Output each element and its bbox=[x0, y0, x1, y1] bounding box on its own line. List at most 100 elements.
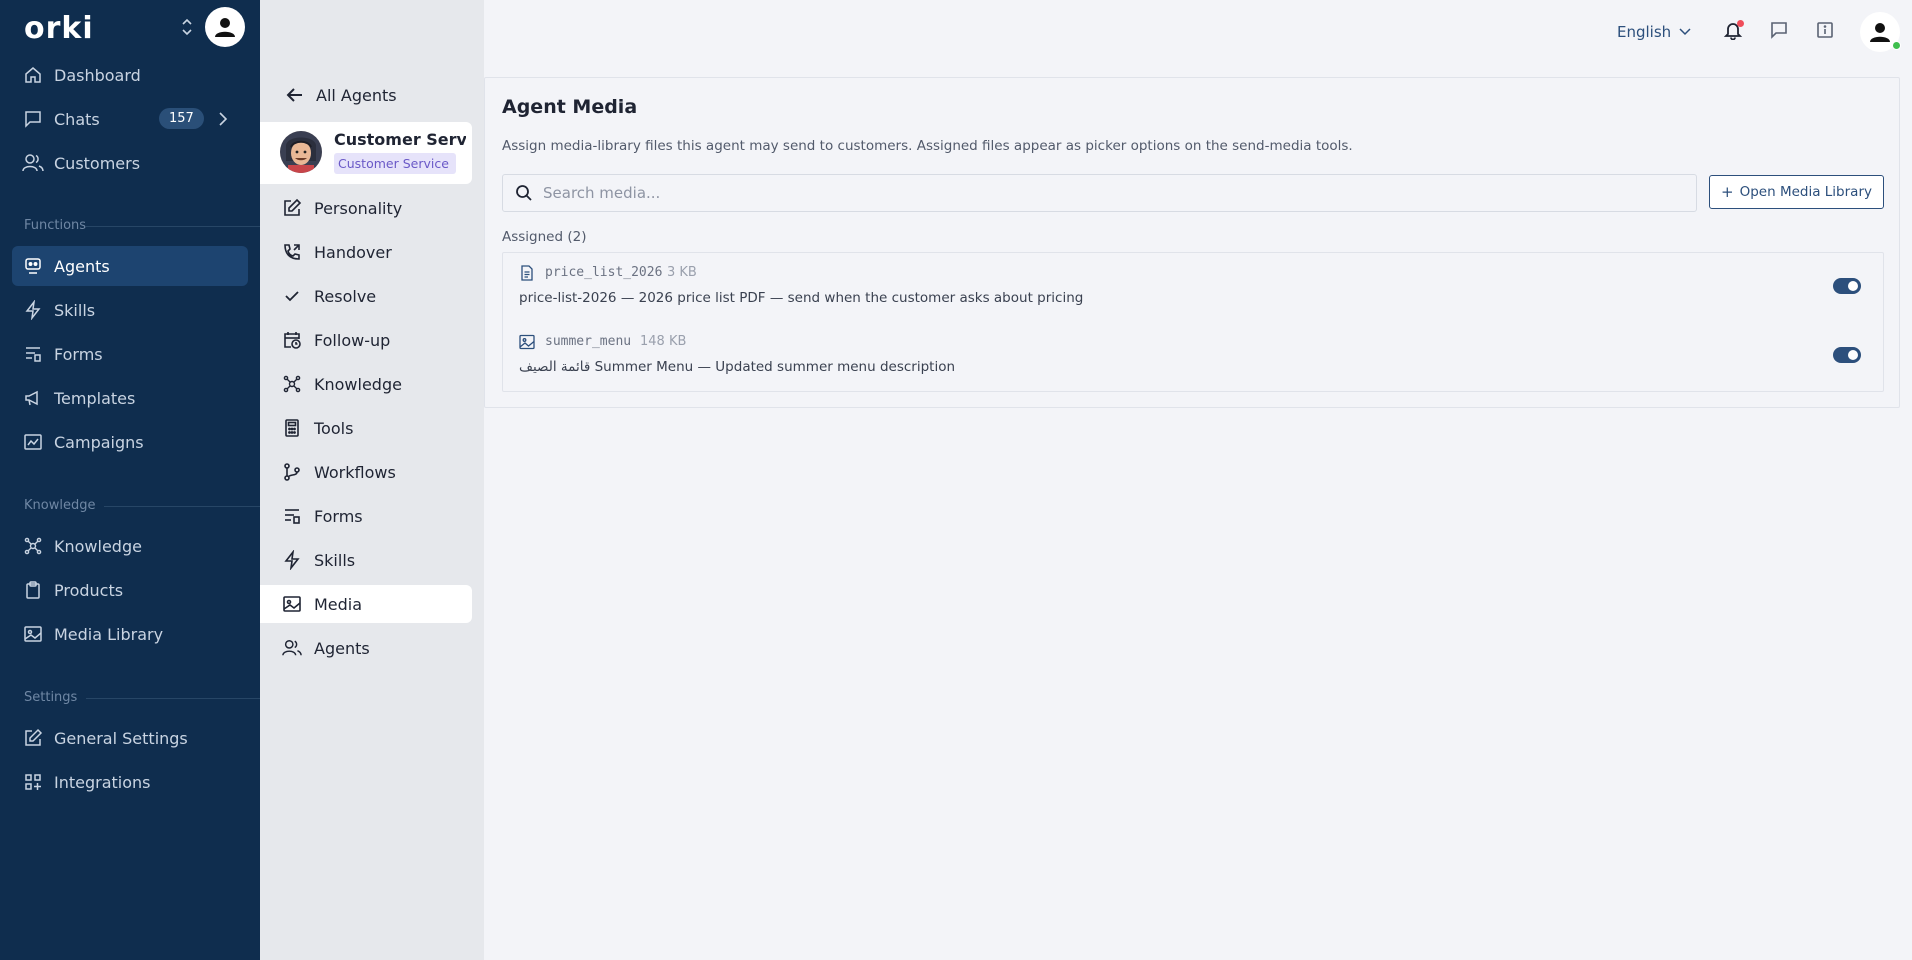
nav-label: Integrations bbox=[54, 772, 151, 792]
nav-templates[interactable]: Templates bbox=[12, 378, 248, 418]
nav-label: Campaigns bbox=[54, 432, 144, 452]
message-icon bbox=[1769, 20, 1789, 44]
agent-icon bbox=[22, 255, 44, 277]
nav-label: Media Library bbox=[54, 624, 164, 644]
nav-media-library[interactable]: Media Library bbox=[12, 614, 248, 654]
arrow-left-icon bbox=[286, 87, 304, 103]
tab-skills[interactable]: Skills bbox=[260, 541, 472, 579]
nav-general-settings[interactable]: General Settings bbox=[12, 718, 248, 758]
nav-dashboard[interactable]: Dashboard bbox=[12, 55, 248, 95]
media-description: قائمة الصيف Summer Menu — Updated summer… bbox=[519, 359, 956, 375]
calendar-clock-icon bbox=[282, 330, 302, 350]
nav-chats[interactable]: Chats 157 bbox=[12, 99, 248, 139]
edit-icon bbox=[22, 727, 44, 749]
tab-personality[interactable]: Personality bbox=[260, 189, 472, 227]
brand-logo[interactable]: orki bbox=[24, 11, 94, 46]
nav-campaigns[interactable]: Campaigns bbox=[12, 422, 248, 462]
image-icon bbox=[22, 623, 44, 645]
tab-label: Follow-up bbox=[314, 330, 391, 350]
tab-workflows[interactable]: Workflows bbox=[260, 453, 472, 491]
tab-forms[interactable]: Forms bbox=[260, 497, 472, 535]
tab-follow-up[interactable]: Follow-up bbox=[260, 321, 472, 359]
users-icon bbox=[22, 152, 44, 174]
messages-button[interactable] bbox=[1766, 19, 1792, 45]
search-icon bbox=[515, 184, 533, 202]
media-assigned-toggle[interactable] bbox=[1833, 347, 1861, 363]
chevron-right-icon[interactable] bbox=[216, 109, 230, 133]
assigned-media-list: price_list_2026 3 KB price-list-2026 — 2… bbox=[502, 252, 1884, 392]
open-media-library-button[interactable]: + Open Media Library bbox=[1709, 175, 1884, 209]
knowledge-icon bbox=[282, 374, 302, 394]
grid-plus-icon bbox=[22, 771, 44, 793]
person-icon bbox=[1870, 23, 1890, 42]
main-sidebar: orki Dashboard Chats 157 Customers Funct… bbox=[0, 0, 260, 960]
nav-label: General Settings bbox=[54, 728, 188, 748]
notifications-button[interactable] bbox=[1720, 19, 1746, 45]
nav-label: Skills bbox=[54, 300, 96, 320]
back-to-all-agents[interactable]: All Agents bbox=[286, 83, 397, 107]
tab-handover[interactable]: Handover bbox=[260, 233, 472, 271]
section-divider bbox=[86, 698, 260, 699]
info-icon bbox=[1815, 20, 1835, 44]
section-label-settings: Settings bbox=[24, 690, 78, 705]
tab-tools[interactable]: Tools bbox=[260, 409, 472, 447]
brand-name: orki bbox=[24, 10, 94, 46]
nav-integrations[interactable]: Integrations bbox=[12, 762, 248, 802]
nav-skills[interactable]: Skills bbox=[12, 290, 248, 330]
agent-card[interactable]: Customer Service Customer Service bbox=[260, 122, 472, 184]
toggle-knob bbox=[1848, 350, 1858, 360]
agent-subnav: All Agents Customer Service Customer Ser… bbox=[260, 0, 484, 960]
workspace-avatar[interactable] bbox=[205, 7, 245, 47]
user-menu-avatar[interactable] bbox=[1860, 12, 1901, 52]
chat-icon bbox=[22, 108, 44, 130]
nav-knowledge[interactable]: Knowledge bbox=[12, 526, 248, 566]
nav-label: Dashboard bbox=[54, 65, 141, 85]
bolt-icon bbox=[282, 550, 302, 570]
nav-customers[interactable]: Customers bbox=[12, 143, 248, 183]
back-label: All Agents bbox=[316, 85, 397, 105]
media-description: price-list-2026 — 2026 price list PDF — … bbox=[519, 290, 1084, 306]
info-button[interactable] bbox=[1812, 19, 1838, 45]
tab-label: Knowledge bbox=[314, 374, 402, 394]
plus-icon: + bbox=[1721, 183, 1734, 201]
language-select[interactable]: English bbox=[1617, 21, 1691, 43]
search-input[interactable] bbox=[543, 184, 1643, 202]
megaphone-icon bbox=[22, 387, 44, 409]
workflow-icon bbox=[282, 462, 302, 482]
media-item[interactable]: summer_menu 148 KB قائمة الصيف Summer Me… bbox=[503, 322, 1883, 386]
tab-resolve[interactable]: Resolve bbox=[260, 277, 472, 315]
media-item[interactable]: price_list_2026 3 KB price-list-2026 — 2… bbox=[503, 253, 1883, 317]
clipboard-icon bbox=[22, 579, 44, 601]
tab-label: Personality bbox=[314, 198, 403, 218]
language-label: English bbox=[1617, 23, 1672, 41]
tab-knowledge[interactable]: Knowledge bbox=[260, 365, 472, 403]
knowledge-icon bbox=[22, 535, 44, 557]
notification-dot bbox=[1737, 20, 1744, 27]
agent-role-tag: Customer Service bbox=[334, 153, 456, 174]
edit-icon bbox=[282, 198, 302, 218]
media-assigned-toggle[interactable] bbox=[1833, 278, 1861, 294]
nav-label: Agents bbox=[54, 256, 110, 276]
tab-label: Tools bbox=[314, 418, 354, 438]
page-title: Agent Media bbox=[502, 96, 638, 118]
media-file-name: summer_menu bbox=[545, 334, 632, 349]
nav-label: Templates bbox=[54, 388, 136, 408]
document-icon bbox=[519, 265, 535, 281]
tab-label: Media bbox=[314, 594, 363, 614]
tab-media[interactable]: Media bbox=[260, 585, 472, 623]
page-description: Assign media-library files this agent ma… bbox=[502, 138, 1353, 154]
workspace-switch-icon[interactable] bbox=[178, 16, 196, 38]
nav-forms[interactable]: Forms bbox=[12, 334, 248, 374]
media-search[interactable] bbox=[502, 174, 1697, 212]
nav-label: Forms bbox=[54, 344, 103, 364]
tab-agents[interactable]: Agents bbox=[260, 629, 472, 667]
form-icon bbox=[282, 506, 302, 526]
nav-products[interactable]: Products bbox=[12, 570, 248, 610]
bolt-icon bbox=[22, 299, 44, 321]
section-label-knowledge: Knowledge bbox=[24, 498, 96, 513]
nav-label: Chats bbox=[54, 109, 100, 129]
nav-agents[interactable]: Agents bbox=[12, 246, 248, 286]
image-icon bbox=[282, 594, 302, 614]
assigned-count-label: Assigned (2) bbox=[502, 229, 587, 245]
chats-count-badge: 157 bbox=[159, 108, 204, 129]
